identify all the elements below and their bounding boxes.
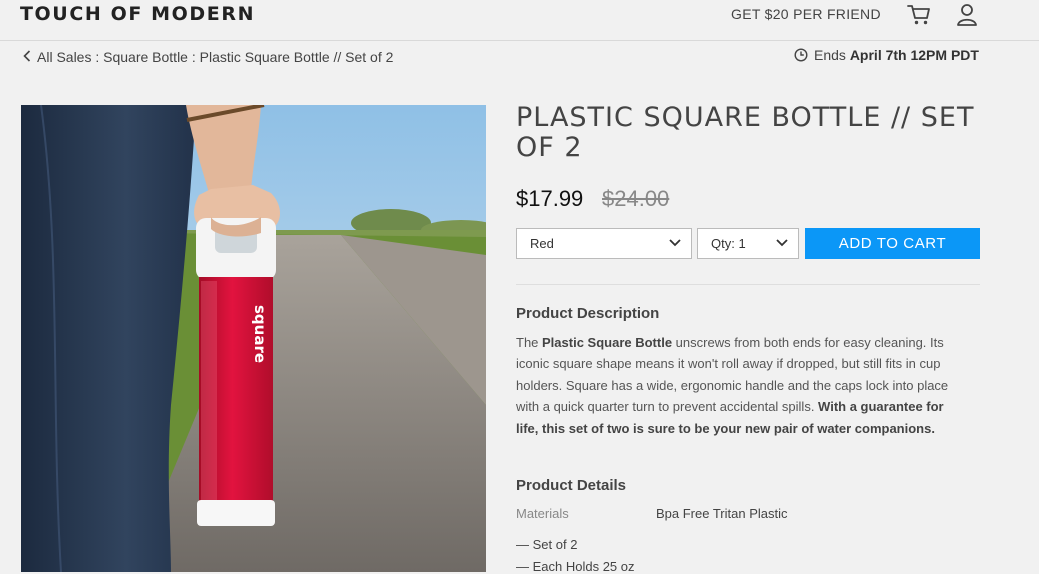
materials-label: Materials (516, 506, 569, 521)
top-bar: TOUCH OF MODERN GET $20 PER FRIEND (0, 0, 1039, 41)
cart-icon[interactable] (907, 4, 931, 26)
description-text: The (516, 335, 543, 350)
quantity-select-value: Qty: 1 (711, 236, 746, 251)
chevron-down-icon (669, 239, 681, 247)
referral-link[interactable]: GET $20 PER FRIEND (731, 6, 881, 22)
sale-end-date: April 7th 12PM PDT (849, 47, 979, 63)
color-select-value: Red (530, 236, 554, 251)
breadcrumb: All Sales : Square Bottle : Plastic Squa… (22, 49, 393, 65)
color-select[interactable]: Red (516, 228, 692, 259)
bottle-logo: square (251, 305, 269, 363)
sale-end-time: Ends April 7th 12PM PDT (794, 47, 979, 63)
materials-value: Bpa Free Tritan Plastic (656, 506, 788, 521)
description-product-name: Plastic Square Bottle (542, 335, 673, 350)
product-title: PLASTIC SQUARE BOTTLE // SET OF 2 (516, 102, 975, 163)
sale-end-prefix: Ends (814, 47, 846, 63)
brand-logo[interactable]: TOUCH OF MODERN (20, 3, 255, 25)
product-image[interactable]: square (21, 105, 486, 572)
product-photo: square (21, 105, 486, 572)
details-heading: Product Details (516, 477, 627, 494)
chevron-down-icon (776, 239, 788, 247)
add-to-cart-button[interactable]: ADD TO CART (805, 228, 980, 259)
description-heading: Product Description (516, 305, 660, 322)
detail-bullet: — Set of 2 (516, 537, 578, 552)
original-price: $24.00 (602, 186, 670, 211)
clock-icon (794, 48, 808, 62)
divider (516, 284, 980, 285)
product-description: The Plastic Square Bottle unscrews from … (516, 332, 966, 439)
breadcrumb-trail[interactable]: All Sales : Square Bottle : Plastic Squa… (37, 49, 393, 65)
sale-price: $17.99 (516, 186, 584, 211)
chevron-left-icon[interactable] (22, 50, 32, 62)
user-icon[interactable] (956, 3, 978, 27)
quantity-select[interactable]: Qty: 1 (697, 228, 799, 259)
